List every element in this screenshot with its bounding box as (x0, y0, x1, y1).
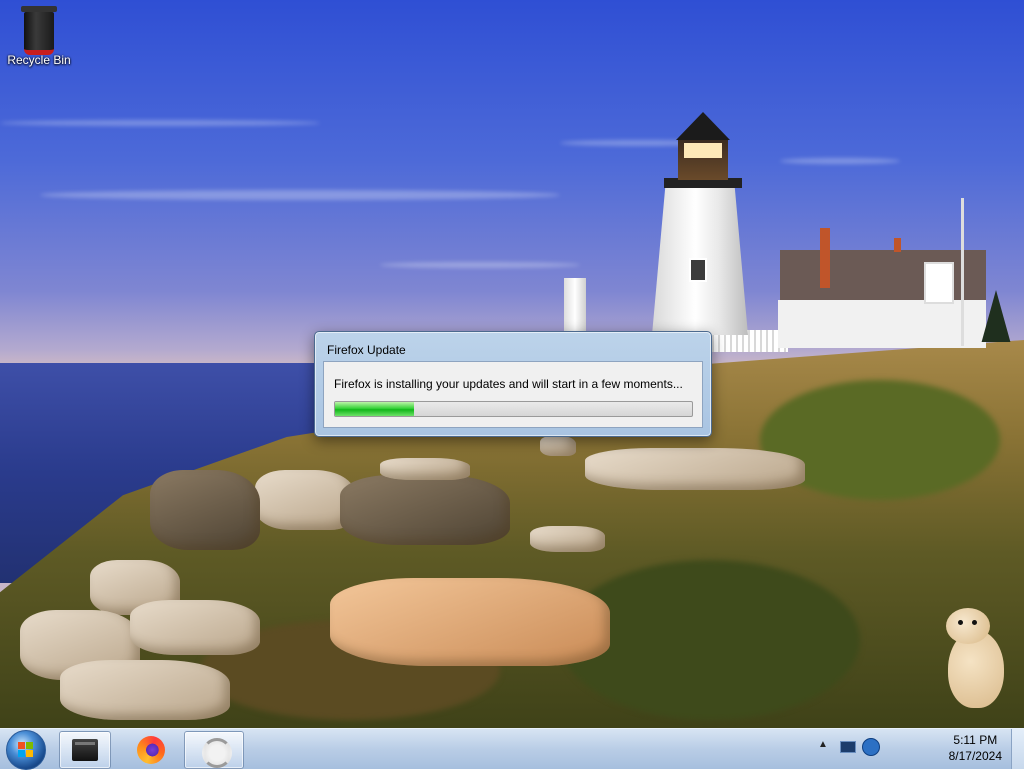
house-roof (780, 250, 986, 304)
firefox-icon (137, 736, 165, 764)
taskbar: ▲ 5:11 PM 8/17/2024 (0, 728, 1024, 770)
rock (340, 475, 510, 545)
update-progress-bar (334, 401, 693, 417)
rock (540, 436, 576, 456)
update-message: Firefox is installing your updates and w… (334, 377, 683, 391)
recycle-bin-icon (21, 6, 57, 55)
start-button[interactable] (6, 730, 46, 770)
cloud-streak (380, 262, 580, 268)
network-icon[interactable] (840, 741, 856, 753)
hamster-mascot-icon (940, 608, 1004, 708)
rock (60, 660, 230, 720)
chimney (894, 238, 901, 252)
rock (585, 448, 805, 490)
rock (150, 470, 260, 550)
windows-logo-icon (18, 742, 34, 758)
rock (530, 526, 605, 552)
dialog-content: Firefox is installing your updates and w… (323, 361, 703, 428)
taskbar-firefox-button[interactable] (125, 731, 177, 769)
lighthouse-window (689, 258, 707, 282)
distant-tower (564, 278, 586, 334)
rock (130, 600, 260, 655)
cloud-streak (780, 158, 900, 164)
rock (330, 578, 610, 666)
show-hidden-icons-arrow[interactable]: ▲ (818, 739, 828, 750)
recycle-bin-shortcut[interactable]: Recycle Bin (4, 4, 74, 67)
chimney (820, 228, 830, 288)
clock[interactable]: 5:11 PM 8/17/2024 (949, 732, 1002, 764)
dialog-title: Firefox Update (327, 343, 406, 357)
recycle-bin-label: Recycle Bin (7, 53, 71, 67)
taskbar-terminal-button[interactable] (59, 731, 111, 769)
terminal-icon (72, 739, 98, 761)
clock-date: 8/17/2024 (948, 749, 1002, 763)
flagpole (961, 198, 964, 346)
clock-time: 5:11 PM (953, 733, 998, 747)
lighthouse-glass (684, 143, 722, 158)
lighthouse-roof (676, 112, 730, 140)
volume-icon[interactable] (862, 738, 880, 756)
firefox-update-dialog[interactable]: Firefox Update Firefox is installing you… (314, 331, 712, 437)
cloud-streak (40, 190, 560, 200)
dormer-window (924, 262, 954, 304)
sync-icon (202, 738, 232, 768)
progress-fill (335, 402, 414, 416)
rock (380, 458, 470, 480)
taskbar-updater-button[interactable] (184, 731, 244, 769)
cloud-streak (0, 120, 320, 126)
house (778, 300, 986, 348)
show-desktop-button[interactable] (1011, 729, 1024, 769)
